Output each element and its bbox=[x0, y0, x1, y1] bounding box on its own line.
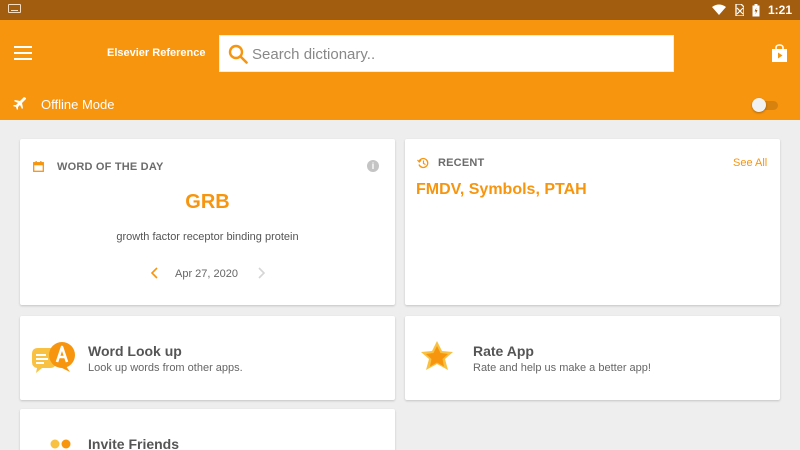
recent-heading: RECENT bbox=[438, 157, 485, 169]
chevron-right-icon[interactable] bbox=[256, 267, 266, 279]
history-icon bbox=[417, 157, 429, 169]
word-of-the-day-definition: growth factor receptor binding protein bbox=[116, 231, 299, 243]
offline-mode-label: Offline Mode bbox=[41, 97, 115, 112]
calendar-icon bbox=[33, 161, 44, 172]
see-all-link[interactable]: See All bbox=[733, 157, 767, 169]
wifi-icon bbox=[711, 4, 726, 15]
app-bar: Elsevier Reference Offline Mode bbox=[0, 20, 800, 120]
recent-card: RECENT See All FMDV, Symbols, PTAH bbox=[405, 139, 780, 305]
chevron-left-icon[interactable] bbox=[150, 267, 160, 279]
keyboard-icon bbox=[8, 4, 21, 13]
rate-app-title: Rate App bbox=[473, 343, 534, 359]
search-box[interactable] bbox=[219, 35, 674, 72]
rate-app-subtitle: Rate and help us make a better app! bbox=[473, 362, 651, 374]
status-bar: 1:21 bbox=[0, 0, 800, 20]
word-of-the-day-card: WORD OF THE DAY i GRB growth factor rece… bbox=[20, 139, 395, 305]
clock: 1:21 bbox=[767, 3, 792, 17]
invite-friends-title: Invite Friends bbox=[88, 436, 180, 450]
toggle-thumb bbox=[752, 98, 766, 112]
invite-friends-card[interactable]: Invite Friends bbox=[20, 409, 395, 450]
search-icon bbox=[228, 44, 248, 64]
status-icons: 1:21 bbox=[711, 0, 792, 20]
app-title: Elsevier Reference bbox=[107, 47, 206, 59]
offline-mode-toggle[interactable] bbox=[752, 98, 778, 112]
lookup-bubble-icon bbox=[32, 342, 75, 373]
no-sim-icon bbox=[735, 4, 744, 16]
word-of-the-day-heading: WORD OF THE DAY bbox=[57, 161, 164, 173]
menu-icon[interactable] bbox=[14, 46, 32, 60]
word-of-the-day-word[interactable]: GRB bbox=[20, 191, 395, 214]
offline-mode-row: Offline Mode bbox=[0, 90, 800, 120]
battery-icon bbox=[752, 3, 760, 16]
store-bag-icon[interactable] bbox=[771, 44, 788, 63]
word-lookup-card[interactable]: Word Look up Look up words from other ap… bbox=[20, 316, 395, 400]
word-lookup-title: Word Look up bbox=[88, 343, 182, 359]
recent-words[interactable]: FMDV, Symbols, PTAH bbox=[416, 181, 587, 199]
star-icon bbox=[421, 341, 453, 370]
invite-icon bbox=[50, 439, 71, 449]
rate-app-card[interactable]: Rate App Rate and help us make a better … bbox=[405, 316, 780, 400]
search-input[interactable] bbox=[252, 43, 652, 65]
airplane-icon bbox=[13, 97, 26, 110]
word-lookup-subtitle: Look up words from other apps. bbox=[88, 362, 243, 374]
info-icon[interactable]: i bbox=[367, 160, 379, 172]
word-of-the-day-date: Apr 27, 2020 bbox=[175, 268, 238, 280]
